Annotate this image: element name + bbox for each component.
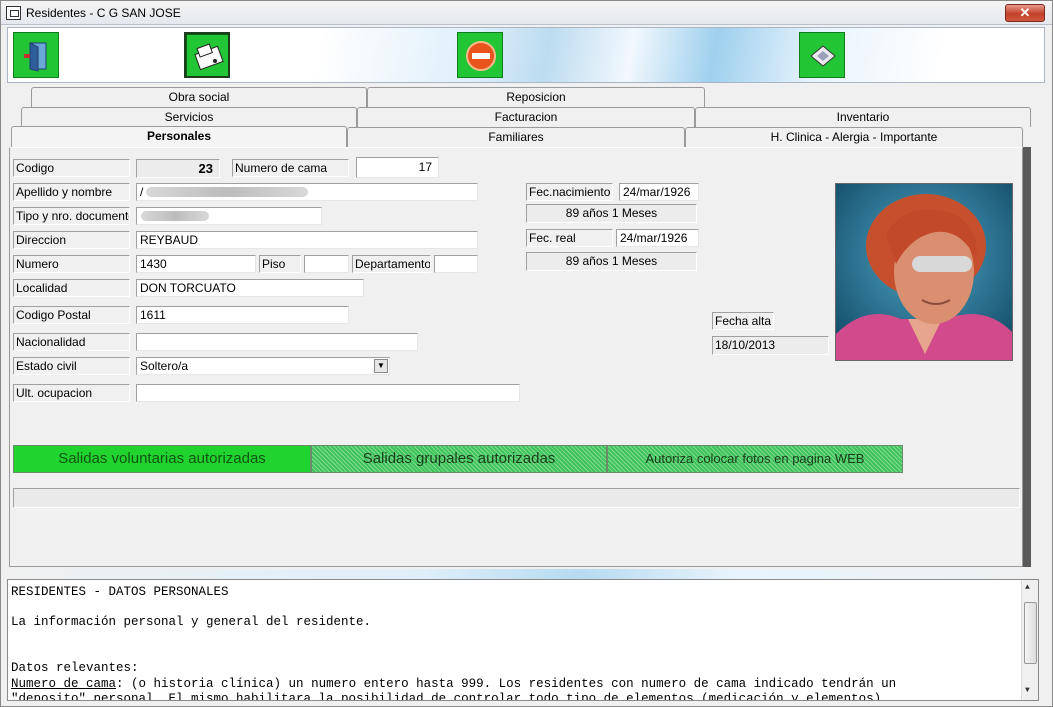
numero-label: Numero <box>13 255 130 273</box>
cancel-button[interactable] <box>457 32 503 78</box>
piso-label: Piso <box>259 255 301 273</box>
residentes-window: Residentes - C G SAN JOSE ✕ Obra social … <box>0 0 1053 707</box>
fecha-alta-label: Fecha alta <box>712 312 774 330</box>
ocupacion-input[interactable] <box>136 384 520 402</box>
departamento-label: Departamento <box>352 255 431 273</box>
edad-nacimiento: 89 años 1 Meses <box>526 204 697 223</box>
fec-real-input[interactable]: 24/mar/1926 <box>616 229 699 247</box>
nacionalidad-input[interactable] <box>136 333 418 351</box>
salidas-voluntarias-toggle[interactable]: Salidas voluntarias autorizadas <box>13 445 311 473</box>
help-text-area[interactable]: RESIDENTES - DATOS PERSONALES La informa… <box>7 579 1039 701</box>
help-cama-term: Numero de cama <box>11 677 117 691</box>
numero-cama-label: Numero de cama <box>232 159 349 177</box>
panel-scroll-edge <box>1023 147 1031 567</box>
chevron-down-icon[interactable]: ▼ <box>374 359 388 373</box>
redacted-name <box>146 187 308 197</box>
fotos-web-toggle[interactable]: Autoriza colocar fotos en pagina WEB <box>607 445 903 473</box>
help-title: RESIDENTES - DATOS PERSONALES <box>11 585 229 599</box>
tab-facturacion[interactable]: Facturacion <box>357 107 695 127</box>
help-relevant: Datos relevantes: <box>11 661 139 675</box>
documento-label: Tipo y nro. documento <box>13 207 130 225</box>
cancel-icon <box>466 41 496 71</box>
save-disk-icon <box>810 45 836 67</box>
help-cama-desc: : (o historia clínica) un numero entero … <box>116 677 897 691</box>
tab-inventario[interactable]: Inventario <box>695 107 1031 127</box>
direccion-label: Direccion <box>13 231 130 249</box>
tab-personales[interactable]: Personales <box>11 126 347 148</box>
help-scrollbar[interactable]: ▲ ▼ <box>1021 580 1038 700</box>
nacionalidad-label: Nacionalidad <box>13 333 130 351</box>
estado-civil-label: Estado civil <box>13 357 130 375</box>
fec-nacimiento-label: Fec.nacimiento <box>526 183 613 201</box>
print-icon <box>194 43 224 71</box>
direccion-input[interactable]: REYBAUD <box>136 231 478 249</box>
estado-civil-value: Soltero/a <box>140 359 189 373</box>
codigo-postal-input[interactable]: 1611 <box>136 306 349 324</box>
fec-real-label: Fec. real <box>526 229 613 247</box>
help-cut-line: "deposito" personal. El mismo habilitara… <box>11 692 882 701</box>
scroll-down-icon[interactable]: ▼ <box>1025 686 1030 695</box>
salidas-grupales-toggle[interactable]: Salidas grupales autorizadas <box>311 445 607 473</box>
fec-nacimiento-input[interactable]: 24/mar/1926 <box>619 183 699 201</box>
status-field <box>13 488 1020 508</box>
codigo-postal-label: Codigo Postal <box>13 306 130 324</box>
tab-reposicion[interactable]: Reposicion <box>367 87 705 107</box>
close-button[interactable]: ✕ <box>1005 4 1045 22</box>
edad-real: 89 años 1 Meses <box>526 252 697 271</box>
scroll-thumb[interactable] <box>1024 602 1037 664</box>
tab-familiares[interactable]: Familiares <box>347 127 685 147</box>
tab-h-clinica[interactable]: H. Clinica - Alergia - Importante <box>685 127 1023 147</box>
print-button[interactable] <box>184 32 230 78</box>
localidad-label: Localidad <box>13 279 130 297</box>
tab-servicios[interactable]: Servicios <box>21 107 357 127</box>
exit-door-icon <box>24 42 47 72</box>
localidad-input[interactable]: DON TORCUATO <box>136 279 364 297</box>
help-cama-line: Numero de cama: (o historia clínica) un … <box>11 677 896 691</box>
codigo-label: Codigo <box>13 159 130 177</box>
redacted-document <box>141 211 209 221</box>
departamento-input[interactable] <box>434 255 478 273</box>
ocupacion-label: Ult. ocupacion <box>13 384 130 402</box>
resident-photo <box>835 183 1013 361</box>
help-separator <box>1 569 1052 579</box>
save-button[interactable] <box>799 32 845 78</box>
exit-button[interactable] <box>13 32 59 78</box>
app-icon <box>6 6 21 20</box>
scroll-up-icon[interactable]: ▲ <box>1025 583 1030 592</box>
help-intro: La información personal y general del re… <box>11 615 372 629</box>
toolbar <box>7 27 1045 83</box>
piso-input[interactable] <box>304 255 349 273</box>
numero-input[interactable]: 1430 <box>136 255 256 273</box>
codigo-field: 23 <box>136 159 220 178</box>
fecha-alta-field: 18/10/2013 <box>712 336 829 355</box>
tab-obra-social[interactable]: Obra social <box>31 87 367 107</box>
window-title: Residentes - C G SAN JOSE <box>26 6 181 20</box>
title-bar: Residentes - C G SAN JOSE ✕ <box>1 1 1052 25</box>
numero-cama-input[interactable]: 17 <box>356 157 439 178</box>
estado-civil-select[interactable]: Soltero/a ▼ <box>136 357 390 375</box>
apellido-label: Apellido y nombre <box>13 183 130 201</box>
